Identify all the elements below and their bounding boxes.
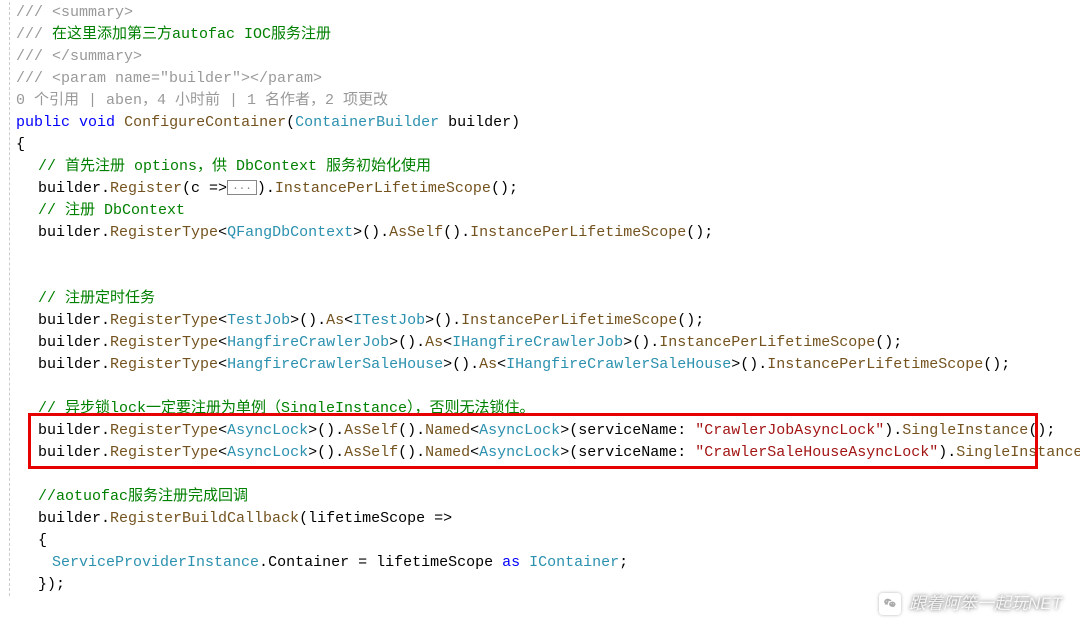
register-testjob: builder.RegisterType<TestJob>().As<ITest…	[16, 310, 1077, 332]
register-options: builder.Register(c =>...).InstancePerLif…	[16, 178, 1077, 200]
register-dbcontext: builder.RegisterType<QFangDbContext>().A…	[16, 222, 1077, 244]
doc-summary-text: /// 在这里添加第三方autofac IOC服务注册	[16, 24, 1077, 46]
comment-callback: //aotuofac服务注册完成回调	[16, 486, 1077, 508]
method-signature: public void ConfigureContainer(Container…	[16, 112, 1077, 134]
register-asynclock-crawlersalehouse: builder.RegisterType<AsyncLock>().AsSelf…	[16, 442, 1077, 464]
code-block: /// <summary> /// 在这里添加第三方autofac IOC服务注…	[9, 2, 1077, 596]
callback-body: ServiceProviderInstance.Container = life…	[16, 552, 1077, 574]
comment-jobs: // 注册定时任务	[16, 288, 1077, 310]
watermark: 跟着阿笨一起玩NET	[879, 593, 1062, 615]
comment-options: // 首先注册 options，供 DbContext 服务初始化使用	[16, 156, 1077, 178]
wechat-icon	[879, 593, 901, 615]
codelens[interactable]: 0 个引用 | aben，4 小时前 | 1 名作者，2 项更改	[16, 90, 1077, 112]
register-build-callback: builder.RegisterBuildCallback(lifetimeSc…	[16, 508, 1077, 530]
doc-summary-close: /// </summary>	[16, 46, 1077, 68]
watermark-text: 跟着阿笨一起玩NET	[909, 593, 1062, 615]
register-asynclock-crawlerjob: builder.RegisterType<AsyncLock>().AsSelf…	[16, 420, 1077, 442]
callback-brace-open: {	[16, 530, 1077, 552]
doc-summary-open: /// <summary>	[16, 2, 1077, 24]
blank-line	[16, 266, 1077, 288]
blank-line	[16, 464, 1077, 486]
blank-line	[16, 376, 1077, 398]
blank-line	[16, 244, 1077, 266]
brace-open: {	[16, 134, 1077, 156]
register-hangfirecrawlersalehouse: builder.RegisterType<HangfireCrawlerSale…	[16, 354, 1077, 376]
comment-asynclock: // 异步锁lock一定要注册为单例（SingleInstance），否则无法锁…	[16, 398, 1077, 420]
comment-dbcontext: // 注册 DbContext	[16, 200, 1077, 222]
doc-param: /// <param name="builder"></param>	[16, 68, 1077, 90]
register-hangfirecrawlerjob: builder.RegisterType<HangfireCrawlerJob>…	[16, 332, 1077, 354]
collapsed-region-icon[interactable]: ...	[227, 180, 257, 195]
